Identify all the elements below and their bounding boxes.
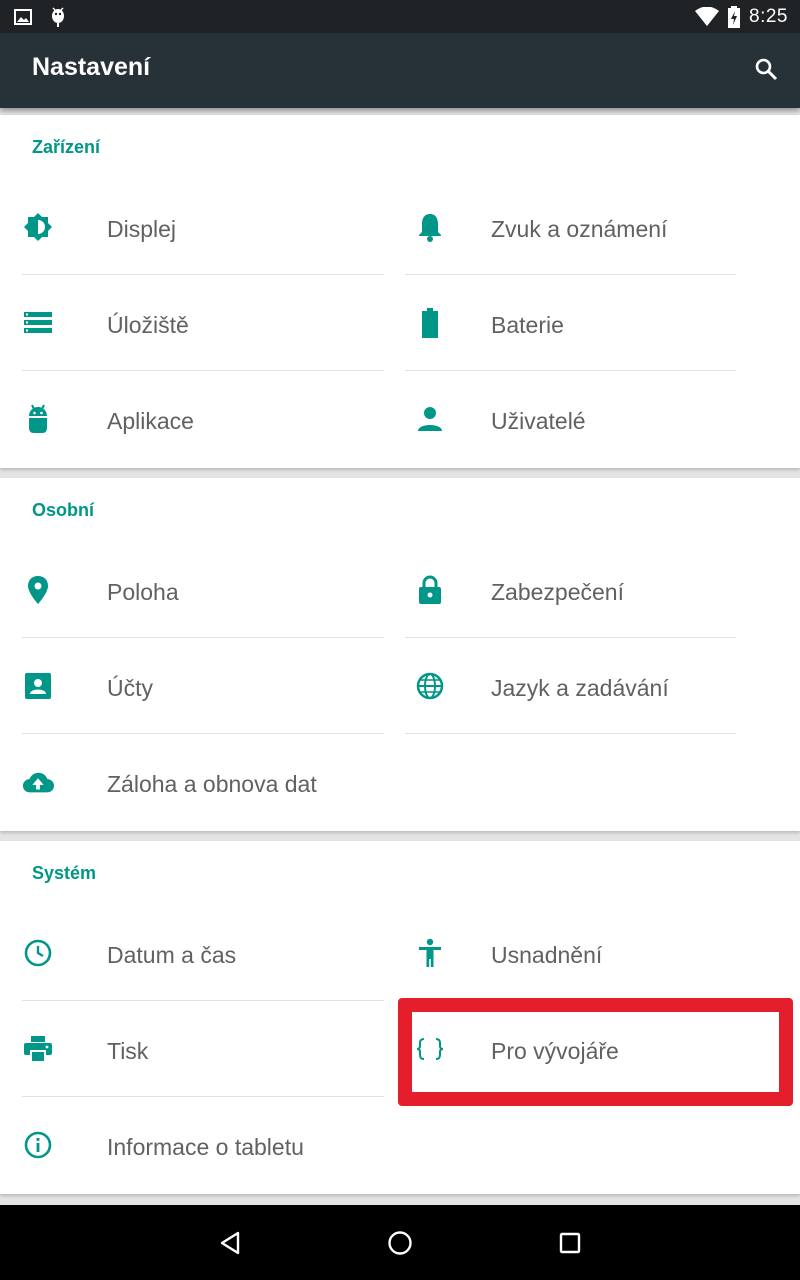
- printer-icon: [22, 1033, 54, 1065]
- settings-item-display[interactable]: Displej: [0, 179, 384, 275]
- battery-charging-icon: [727, 6, 741, 28]
- settings-item-label: Účty: [107, 675, 153, 701]
- settings-item-label: Displej: [107, 216, 177, 242]
- settings-item-language[interactable]: Jazyk a zadávání: [384, 638, 768, 734]
- settings-item-label: Tisk: [107, 1038, 149, 1064]
- search-icon: [754, 57, 778, 81]
- developer-braces-icon: [414, 1033, 446, 1065]
- settings-item-label: Zabezpečení: [491, 579, 624, 605]
- section-personal: Osobní Poloha Zabezpečení Účty Jazyk a z…: [0, 478, 800, 831]
- storage-icon: [22, 307, 54, 339]
- globe-icon: [414, 670, 446, 702]
- navigation-bar: [0, 1205, 800, 1280]
- location-pin-icon: [22, 574, 54, 606]
- settings-item-label: Informace o tabletu: [107, 1134, 304, 1160]
- settings-item-label: Jazyk a zadávání: [491, 675, 669, 701]
- image-icon: [14, 9, 32, 25]
- clock-icon: [22, 937, 54, 969]
- settings-item-security[interactable]: Zabezpečení: [384, 542, 768, 638]
- person-icon: [414, 403, 446, 435]
- page-title: Nastavení: [32, 53, 151, 81]
- settings-item-date-time[interactable]: Datum a čas: [0, 905, 384, 1001]
- home-button[interactable]: [380, 1223, 420, 1263]
- settings-item-sound[interactable]: Zvuk a oznámení: [384, 179, 768, 275]
- lock-icon: [414, 574, 446, 606]
- settings-item-label: Usnadnění: [491, 942, 603, 968]
- section-title: Systém: [32, 863, 97, 883]
- bell-icon: [414, 211, 446, 243]
- battery-icon: [414, 307, 446, 339]
- settings-item-label: Aplikace: [107, 408, 194, 434]
- account-box-icon: [22, 670, 54, 702]
- wifi-icon: [695, 7, 720, 27]
- settings-item-label: Pro vývojáře: [491, 1038, 619, 1064]
- clock-time: 8:25: [749, 6, 788, 27]
- app-bar: Nastavení: [0, 33, 800, 108]
- settings-item-accessibility[interactable]: Usnadnění: [384, 905, 768, 1001]
- back-button[interactable]: [210, 1223, 250, 1263]
- settings-item-label: Baterie: [491, 312, 564, 338]
- section-device: Zařízení Displej Zvuk a oznámení Úložišt…: [0, 115, 800, 468]
- section-title: Zařízení: [32, 137, 101, 157]
- settings-item-print[interactable]: Tisk: [0, 1001, 384, 1097]
- cloud-upload-icon: [22, 766, 54, 798]
- settings-item-about-tablet[interactable]: Informace o tabletu: [0, 1097, 384, 1193]
- settings-item-label: Datum a čas: [107, 942, 237, 968]
- accessibility-icon: [414, 937, 446, 969]
- android-icon: [22, 403, 54, 435]
- settings-item-developer-options[interactable]: Pro vývojáře: [384, 1001, 768, 1097]
- settings-item-label: Uživatelé: [491, 408, 586, 434]
- section-title: Osobní: [32, 500, 94, 520]
- info-icon: [22, 1129, 54, 1161]
- recents-button[interactable]: [550, 1223, 590, 1263]
- search-button[interactable]: [746, 49, 786, 89]
- settings-item-apps[interactable]: Aplikace: [0, 371, 384, 467]
- brightness-icon: [22, 211, 54, 243]
- home-icon: [387, 1230, 413, 1256]
- status-bar: 8:25: [0, 0, 800, 33]
- settings-item-label: Úložiště: [107, 312, 189, 338]
- section-system: Systém Datum a čas Usnadnění Tisk Pro vý…: [0, 841, 800, 1194]
- settings-item-label: Zvuk a oznámení: [491, 216, 668, 242]
- settings-item-label: Záloha a obnova dat: [107, 771, 317, 797]
- settings-item-location[interactable]: Poloha: [0, 542, 384, 638]
- settings-item-accounts[interactable]: Účty: [0, 638, 384, 734]
- back-icon: [219, 1231, 241, 1255]
- settings-item-battery[interactable]: Baterie: [384, 275, 768, 371]
- settings-item-storage[interactable]: Úložiště: [0, 275, 384, 371]
- settings-item-users[interactable]: Uživatelé: [384, 371, 768, 467]
- settings-item-label: Poloha: [107, 579, 179, 605]
- recents-icon: [559, 1232, 581, 1254]
- android-debug-icon: [50, 7, 66, 27]
- settings-item-backup[interactable]: Záloha a obnova dat: [0, 734, 384, 830]
